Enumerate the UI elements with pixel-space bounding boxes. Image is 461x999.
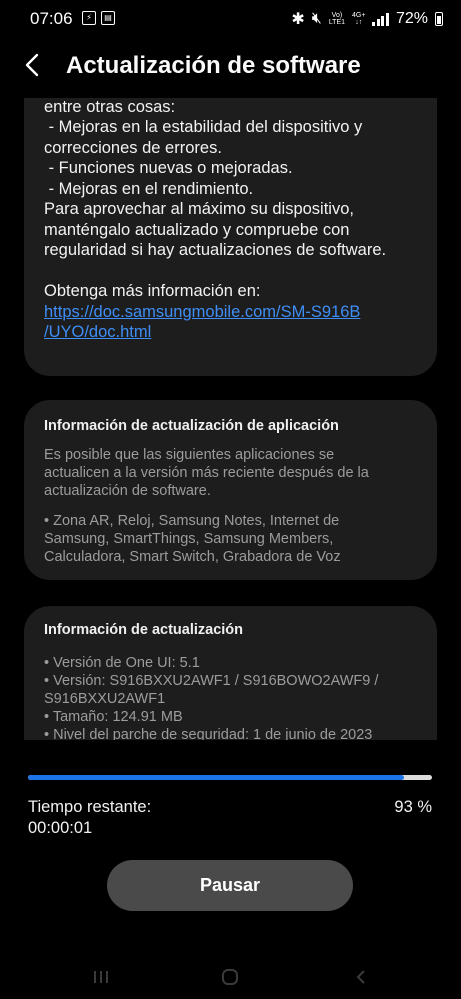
progress-fill: [28, 775, 404, 780]
more-info-label: Obtenga más información en:: [44, 282, 261, 300]
update-info-line: • Tamaño: 124.91 MB: [44, 709, 183, 725]
back-nav-icon[interactable]: [352, 968, 370, 986]
update-info-line: • Versión de One UI: 5.1: [44, 655, 200, 671]
volte-indicator: Vo) LTE1: [328, 12, 346, 26]
app-update-title: Información de actualización de aplicaci…: [44, 418, 339, 434]
content-scroll-area[interactable]: entre otras cosas: entre otras cosas: - …: [0, 98, 461, 740]
signal-icon: [372, 12, 389, 26]
mute-icon: 🔇︎: [311, 10, 322, 27]
battery-percent: 72%: [395, 10, 428, 27]
app-update-desc: Es posible que las siguientes aplicacion…: [44, 446, 417, 566]
download-progress-bar: [28, 775, 432, 780]
alarm-notification-icon: ⚡: [82, 11, 96, 25]
app-header: Actualización de software: [0, 40, 461, 94]
changelog-line: - Mejoras en el rendimiento.: [44, 179, 254, 198]
changelog-line: - Mejoras en la estabilidad del disposit…: [44, 118, 363, 136]
changelog-line: correcciones de errores.: [44, 138, 222, 157]
changelog-line: - Funciones nuevas o mejoradas.: [44, 159, 293, 177]
battery-icon: [435, 12, 443, 26]
update-info-list: • Versión de One UI: 5.1 • Versión: S916…: [44, 650, 417, 740]
changelog-line: manténgalo actualizado y compruebe con: [44, 220, 350, 239]
sim-notification-icon: ▤: [101, 11, 115, 25]
changelog-line: Para aprovechar al máximo su dispositivo…: [44, 200, 354, 218]
update-info-line: • Versión: S916BXXU2AWF1 / S916BOWO2AWF9…: [44, 673, 379, 689]
app-list-line: • Zona AR, Reloj, Samsung Notes, Interne…: [44, 513, 340, 529]
pause-button[interactable]: Pausar: [107, 860, 353, 911]
doc-link-continued[interactable]: /UYO/doc.html: [44, 322, 417, 343]
update-info-title: Información de actualización: [44, 622, 244, 638]
bluetooth-icon: ✱: [291, 11, 305, 28]
update-info-line: • Nivel del parche de seguridad: 1 de ju…: [44, 727, 373, 740]
page-title: Actualización de software: [66, 52, 361, 79]
back-arrow-icon[interactable]: [22, 52, 46, 78]
time-remaining-label: Tiempo restante:: [28, 798, 152, 816]
changelog-line: entre otras cosas:: [44, 98, 176, 116]
status-bar: 07:06 ⚡ ▤ ✱ 🔇︎ Vo) LTE1 4G+ ↓↑ 72%: [0, 0, 461, 40]
recent-apps-icon[interactable]: [92, 968, 110, 986]
app-list-line: Calculadora, Smart Switch, Grabadora de …: [44, 549, 341, 565]
changelog-card: entre otras cosas: entre otras cosas: - …: [24, 98, 437, 376]
progress-percent: 93 %: [394, 798, 432, 816]
network-indicator: 4G+ ↓↑: [352, 12, 366, 26]
app-update-card: Información de actualización de aplicaci…: [24, 400, 437, 580]
update-info-card: Información de actualización • Versión d…: [24, 606, 437, 740]
status-time: 07:06: [30, 9, 73, 28]
changelog-text: entre otras cosas: entre otras cosas: - …: [44, 98, 417, 343]
doc-link[interactable]: https://doc.samsungmobile.com/SM-S916B: [44, 302, 417, 323]
update-info-line: S916BXXU2AWF1: [44, 691, 166, 707]
navigation-bar: [0, 960, 461, 999]
home-icon[interactable]: [221, 968, 239, 986]
app-list-line: Samsung, SmartThings, Samsung Members,: [44, 531, 334, 547]
changelog-line: regularidad si hay actualizaciones de so…: [44, 241, 387, 259]
time-remaining-value: 00:00:01: [28, 819, 93, 837]
